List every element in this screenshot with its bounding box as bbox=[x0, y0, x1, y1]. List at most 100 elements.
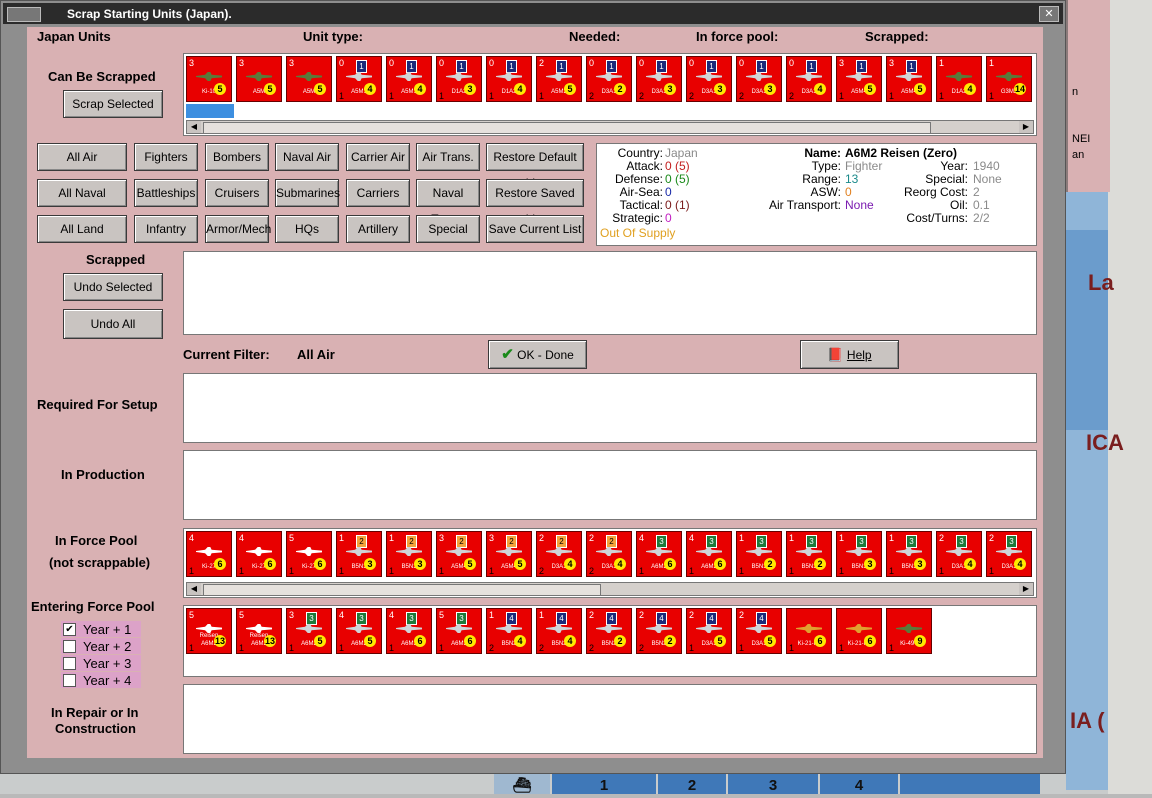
unit-counter[interactable]: 2 3 D3A1 1 4 bbox=[936, 531, 982, 577]
bottom-tab-blank[interactable] bbox=[900, 774, 1040, 794]
filter-button-save-current-list[interactable]: Save Current List bbox=[486, 215, 584, 243]
filter-button-hqs[interactable]: HQs bbox=[275, 215, 339, 243]
unit-counter[interactable]: 2 4 B5N2 2 2 bbox=[586, 608, 632, 654]
unit-counter[interactable]: 5 A6M2 Reisen 1 13 bbox=[236, 608, 282, 654]
year-plus-4-checkbox[interactable] bbox=[63, 674, 76, 687]
bottom-tab-4[interactable]: 4 bbox=[820, 774, 898, 794]
scroll-right-arrow[interactable]: ▶ bbox=[1019, 121, 1033, 133]
bottom-ship-icon[interactable]: ⛴ bbox=[494, 774, 550, 794]
force-scroll-thumb[interactable] bbox=[203, 584, 601, 596]
unit-counter[interactable]: 2 2 D3A1 2 4 bbox=[536, 531, 582, 577]
unit-counter[interactable]: Ki-21-IIa 1 6 bbox=[786, 608, 832, 654]
year-plus-1-checkbox[interactable]: ✔ bbox=[63, 623, 76, 636]
year-plus-1-checkbox-row[interactable]: ✔ Year + 1 bbox=[61, 621, 141, 637]
unit-counter[interactable]: 3 1 A5M4 1 5 bbox=[886, 56, 932, 102]
unit-counter[interactable]: 4 3 A6M2 1 5 bbox=[336, 608, 382, 654]
unit-counter[interactable]: 0 1 D3A1 2 3 bbox=[636, 56, 682, 102]
unit-counter[interactable]: 5 A6M2 Reisen 1 13 bbox=[186, 608, 232, 654]
undo-selected-button[interactable]: Undo Selected bbox=[63, 273, 163, 301]
unit-counter[interactable]: 0 1 D3A1 2 4 bbox=[786, 56, 832, 102]
filter-button-submarines[interactable]: Submarines bbox=[275, 179, 340, 207]
unit-counter[interactable]: 2 3 D3A1 1 4 bbox=[986, 531, 1032, 577]
unit-counter[interactable]: 0 1 D3A1 2 3 bbox=[736, 56, 782, 102]
unit-counter[interactable]: 1 D1A2 1 4 bbox=[936, 56, 982, 102]
system-menu-button[interactable] bbox=[7, 7, 41, 22]
unit-counter[interactable]: 0 1 A5M1 1 4 bbox=[336, 56, 382, 102]
scroll-thumb[interactable] bbox=[203, 122, 931, 134]
unit-counter[interactable]: 4 3 A6M2 1 6 bbox=[686, 531, 732, 577]
filter-button-restore-saved-list[interactable]: Restore Saved List bbox=[486, 179, 584, 226]
scrap-selected-button[interactable]: Scrap Selected bbox=[63, 90, 163, 118]
unit-counter[interactable]: 1 2 B5N1 1 3 bbox=[386, 531, 432, 577]
unit-counter[interactable]: Ki-49-I 1 9 bbox=[886, 608, 932, 654]
unit-counter[interactable]: 5 Ki-27 1 6 bbox=[286, 531, 332, 577]
year-plus-2-checkbox-row[interactable]: Year + 2 bbox=[61, 638, 141, 654]
filter-button-fighters[interactable]: Fighters bbox=[134, 143, 198, 171]
year-plus-2-checkbox[interactable] bbox=[63, 640, 76, 653]
filter-button-armor-mech[interactable]: Armor/Mech bbox=[205, 215, 271, 243]
close-button[interactable]: ✕ bbox=[1039, 6, 1059, 22]
unit-counter[interactable]: 0 1 D1A2 1 3 bbox=[436, 56, 482, 102]
unit-counter[interactable]: Ki-21-IIb 1 6 bbox=[836, 608, 882, 654]
force-scroll-right-arrow[interactable]: ▶ bbox=[1019, 583, 1033, 595]
force-pool-scrollbar[interactable]: ◀ ▶ bbox=[186, 582, 1034, 596]
unit-counter[interactable]: 3 1 A5M4 1 5 bbox=[836, 56, 882, 102]
unit-counter[interactable]: 3 2 A5M4 1 5 bbox=[486, 531, 532, 577]
filter-button-naval-trans[interactable]: Naval Trans. bbox=[416, 179, 480, 226]
unit-counter[interactable]: 4 Ki-27 1 6 bbox=[236, 531, 282, 577]
filter-button-artillery[interactable]: Artillery bbox=[346, 215, 410, 243]
filter-button-carrier-air[interactable]: Carrier Air bbox=[346, 143, 410, 171]
unit-counter[interactable]: 3 2 A5M4 1 5 bbox=[436, 531, 482, 577]
unit-counter[interactable]: 1 3 B5N1 1 3 bbox=[836, 531, 882, 577]
filter-button-air-trans[interactable]: Air Trans. bbox=[416, 143, 480, 171]
filter-button-bombers[interactable]: Bombers bbox=[205, 143, 269, 171]
filter-button-infantry[interactable]: Infantry bbox=[134, 215, 198, 243]
filter-button-restore-default-list[interactable]: Restore Default List bbox=[486, 143, 584, 190]
filter-button-all-naval[interactable]: All Naval bbox=[37, 179, 127, 207]
unit-counter[interactable]: 4 3 A6M3 1 6 bbox=[386, 608, 432, 654]
unit-counter[interactable]: 1 G3M2 1 14 bbox=[986, 56, 1032, 102]
unit-counter[interactable]: 3 3 A6M2 1 5 bbox=[286, 608, 332, 654]
can-be-scrapped-scrollbar[interactable]: ◀ ▶ bbox=[186, 120, 1034, 134]
unit-counter[interactable]: 1 4 B5N2 2 4 bbox=[536, 608, 582, 654]
unit-counter[interactable]: 2 1 A5M2 1 5 bbox=[536, 56, 582, 102]
filter-button-cruisers[interactable]: Cruisers bbox=[205, 179, 269, 207]
unit-counter[interactable]: 2 2 D3A1 2 4 bbox=[586, 531, 632, 577]
unit-counter[interactable]: 0 1 D3A1 2 3 bbox=[686, 56, 732, 102]
unit-counter[interactable]: 1 3 B5N1 1 2 bbox=[786, 531, 832, 577]
filter-button-carriers[interactable]: Carriers bbox=[346, 179, 410, 207]
unit-counter[interactable]: 1 4 B5N2 2 4 bbox=[486, 608, 532, 654]
unit-counter[interactable]: 1 3 B5N1 1 3 bbox=[886, 531, 932, 577]
unit-counter[interactable]: 1 3 B5N1 1 2 bbox=[736, 531, 782, 577]
unit-counter[interactable]: 0 1 D1A2 1 4 bbox=[486, 56, 532, 102]
filter-button-all-land[interactable]: All Land bbox=[37, 215, 127, 243]
unit-counter[interactable]: 0 1 A5M1 1 4 bbox=[386, 56, 432, 102]
bottom-tab-3[interactable]: 3 bbox=[728, 774, 818, 794]
unit-counter[interactable]: 4 3 A6M2 1 6 bbox=[636, 531, 682, 577]
unit-range-circle: 5 bbox=[714, 635, 726, 647]
unit-counter[interactable]: 2 4 B5N2 2 2 bbox=[636, 608, 682, 654]
unit-counter[interactable]: 3 A5M 5 bbox=[236, 56, 282, 102]
unit-counter[interactable]: 3 Ki-10 5 bbox=[186, 56, 232, 102]
unit-counter[interactable]: 5 3 A6M3 1 6 bbox=[436, 608, 482, 654]
unit-counter[interactable]: 3 A5M 5 bbox=[286, 56, 332, 102]
unit-counter[interactable]: 2 4 D3A1 1 5 bbox=[686, 608, 732, 654]
filter-button-naval-air[interactable]: Naval Air bbox=[275, 143, 339, 171]
filter-button-special[interactable]: Special bbox=[416, 215, 480, 243]
filter-button-battleships[interactable]: Battleships bbox=[134, 179, 198, 207]
year-plus-4-checkbox-row[interactable]: Year + 4 bbox=[61, 672, 141, 688]
unit-counter[interactable]: 4 Ki-27 1 6 bbox=[186, 531, 232, 577]
help-button[interactable]: 📕 Help bbox=[800, 340, 899, 369]
scroll-left-arrow[interactable]: ◀ bbox=[187, 121, 201, 133]
unit-counter[interactable]: 2 4 D3A1 1 5 bbox=[736, 608, 782, 654]
undo-all-button[interactable]: Undo All bbox=[63, 309, 163, 339]
force-scroll-left-arrow[interactable]: ◀ bbox=[187, 583, 201, 595]
bottom-tab-1[interactable]: 1 bbox=[552, 774, 656, 794]
unit-counter[interactable]: 1 2 B5N1 1 3 bbox=[336, 531, 382, 577]
year-plus-3-checkbox-row[interactable]: Year + 3 bbox=[61, 655, 141, 671]
year-plus-3-checkbox[interactable] bbox=[63, 657, 76, 670]
bottom-tab-2[interactable]: 2 bbox=[658, 774, 726, 794]
ok-done-button[interactable]: ✔ OK - Done bbox=[488, 340, 587, 369]
unit-counter[interactable]: 0 1 D3A1 2 2 bbox=[586, 56, 632, 102]
filter-button-all-air[interactable]: All Air bbox=[37, 143, 127, 171]
